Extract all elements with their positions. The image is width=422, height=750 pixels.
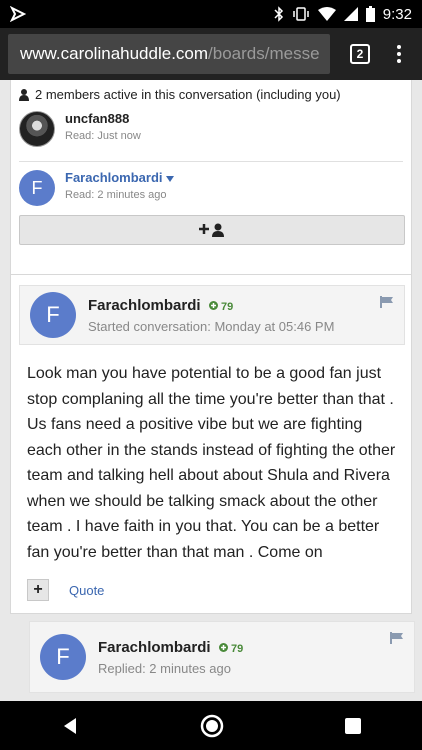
back-icon[interactable] xyxy=(60,716,80,736)
member-name-text: Farachlombardi xyxy=(65,170,163,185)
post-meta: Replied: 2 minutes ago xyxy=(98,660,231,676)
post-footer: + Quote xyxy=(27,579,104,601)
notification-arrow-icon xyxy=(10,6,26,22)
url-path: /boards/messe xyxy=(208,44,320,63)
members-header-text: 2 members active in this conversation (i… xyxy=(35,87,341,102)
post-header: F Farachlombardi 79 Started conversation… xyxy=(19,285,405,345)
url-bar[interactable]: www.carolinahuddle.com/boards/messe xyxy=(8,34,330,74)
post-body: Look man you have potential to be a good… xyxy=(27,365,396,561)
reputation-badge: 79 xyxy=(218,642,244,655)
multiquote-button[interactable]: + xyxy=(27,579,49,601)
browser-toolbar: www.carolinahuddle.com/boards/messe 2 xyxy=(0,28,422,80)
user-icon xyxy=(19,88,29,101)
url-host: www.carolinahuddle.com xyxy=(20,44,209,63)
members-header: 2 members active in this conversation (i… xyxy=(19,87,341,102)
reputation-badge: 79 xyxy=(208,300,234,313)
home-icon[interactable] xyxy=(200,714,224,738)
post-author[interactable]: Farachlombardi xyxy=(88,297,201,314)
plus-circle-icon xyxy=(218,642,228,652)
avatar[interactable]: F xyxy=(30,292,76,338)
wifi-icon xyxy=(317,7,336,21)
reputation-count: 79 xyxy=(221,300,234,313)
member-read-status: Read: 2 minutes ago xyxy=(65,189,167,201)
plus-user-icon xyxy=(199,223,224,237)
reputation-count: 79 xyxy=(231,642,244,655)
member-name[interactable]: uncfan888 xyxy=(65,111,141,126)
flag-icon[interactable] xyxy=(380,296,394,308)
member-read-status: Read: Just now xyxy=(65,130,141,142)
clock: 9:32 xyxy=(382,5,412,23)
signal-icon xyxy=(343,7,358,21)
avatar[interactable]: F xyxy=(19,170,55,206)
page-content: 2 members active in this conversation (i… xyxy=(0,80,422,701)
member-name[interactable]: Farachlombardi xyxy=(65,170,175,185)
reply-post-header: F Farachlombardi 79 Replied: 2 minutes a… xyxy=(29,621,415,693)
battery-icon xyxy=(365,6,375,22)
android-nav-bar xyxy=(0,701,422,750)
avatar[interactable] xyxy=(19,111,55,147)
member-item: F Farachlombardi Read: 2 minutes ago xyxy=(19,161,403,206)
post-author[interactable]: Farachlombardi xyxy=(98,639,211,656)
chevron-down-icon[interactable] xyxy=(166,176,175,182)
member-item: uncfan888 Read: Just now xyxy=(19,111,403,147)
tab-switcher-button[interactable]: 2 xyxy=(350,44,370,64)
browser-menu-button[interactable] xyxy=(384,45,414,63)
bluetooth-icon xyxy=(274,6,283,22)
flag-icon[interactable] xyxy=(390,632,404,644)
message-post: F Farachlombardi 79 Started conversation… xyxy=(10,274,415,693)
overview-icon[interactable] xyxy=(344,717,362,735)
avatar[interactable]: F xyxy=(40,634,86,680)
plus-circle-icon xyxy=(208,300,218,310)
post-meta: Started conversation: Monday at 05:46 PM xyxy=(88,318,335,334)
quote-link[interactable]: Quote xyxy=(69,583,104,598)
status-bar: 9:32 xyxy=(0,0,422,28)
vibrate-icon xyxy=(293,7,309,21)
add-member-button[interactable] xyxy=(19,215,405,245)
